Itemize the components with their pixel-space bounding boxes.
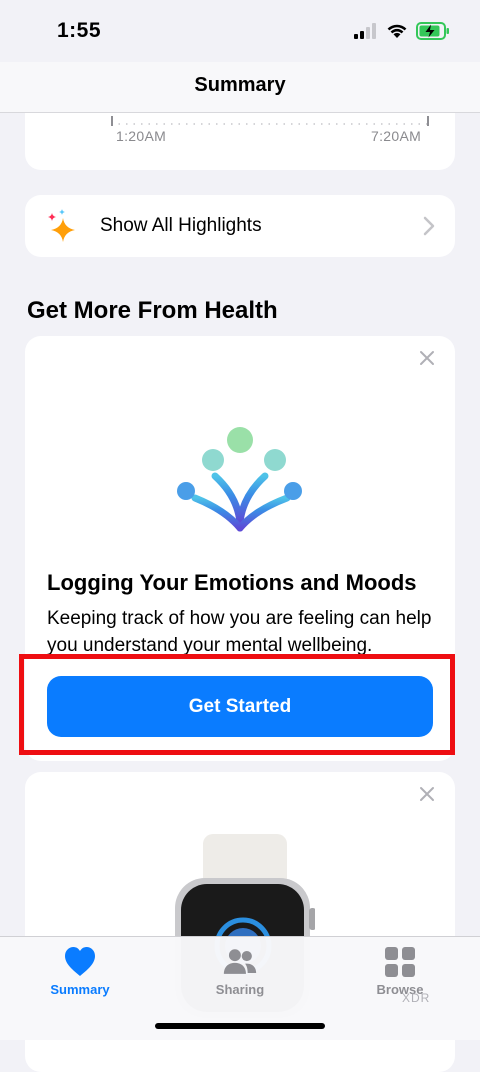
emotions-promo-card: Logging Your Emotions and Moods Keeping … xyxy=(25,336,455,761)
promo-description: Keeping track of how you are feeling can… xyxy=(47,608,432,656)
wifi-icon xyxy=(387,24,407,38)
state-of-mind-icon xyxy=(177,427,302,540)
tab-summary[interactable]: Summary xyxy=(20,937,140,997)
tab-browse[interactable]: Browse xyxy=(340,937,460,997)
page-title: Summary xyxy=(194,74,286,96)
show-all-highlights-label: Show All Highlights xyxy=(100,215,262,236)
navigation-bar: Summary xyxy=(0,62,480,113)
people-icon xyxy=(223,949,257,974)
get-started-button[interactable]: Get Started xyxy=(47,676,433,737)
tab-browse-label: Browse xyxy=(376,982,424,997)
show-all-highlights-row[interactable]: Show All Highlights xyxy=(25,195,455,257)
close-icon[interactable] xyxy=(419,786,435,802)
status-time: 1:55 xyxy=(57,19,102,42)
promo-title: Logging Your Emotions and Moods xyxy=(47,570,417,595)
battery-charging-icon xyxy=(416,22,449,40)
timeline-end-label: 7:20AM xyxy=(371,128,422,144)
chevron-right-icon xyxy=(423,216,435,236)
status-bar: 1:55 xyxy=(0,0,480,62)
cellular-signal-icon xyxy=(354,23,376,39)
tab-sharing[interactable]: Sharing xyxy=(180,937,300,997)
watermark-logo: XDR xyxy=(402,991,431,1005)
timeline-axis xyxy=(111,116,429,126)
timeline-start-label: 1:20AM xyxy=(116,128,167,144)
tab-sharing-label: Sharing xyxy=(215,982,265,997)
home-indicator[interactable] xyxy=(155,1023,325,1029)
heart-icon xyxy=(65,947,95,976)
close-icon[interactable] xyxy=(419,350,435,366)
grid-icon xyxy=(385,947,415,977)
sparkle-icon xyxy=(48,209,75,242)
status-icons xyxy=(354,22,450,40)
tab-summary-label: Summary xyxy=(50,982,110,997)
section-title: Get More From Health xyxy=(27,297,278,324)
